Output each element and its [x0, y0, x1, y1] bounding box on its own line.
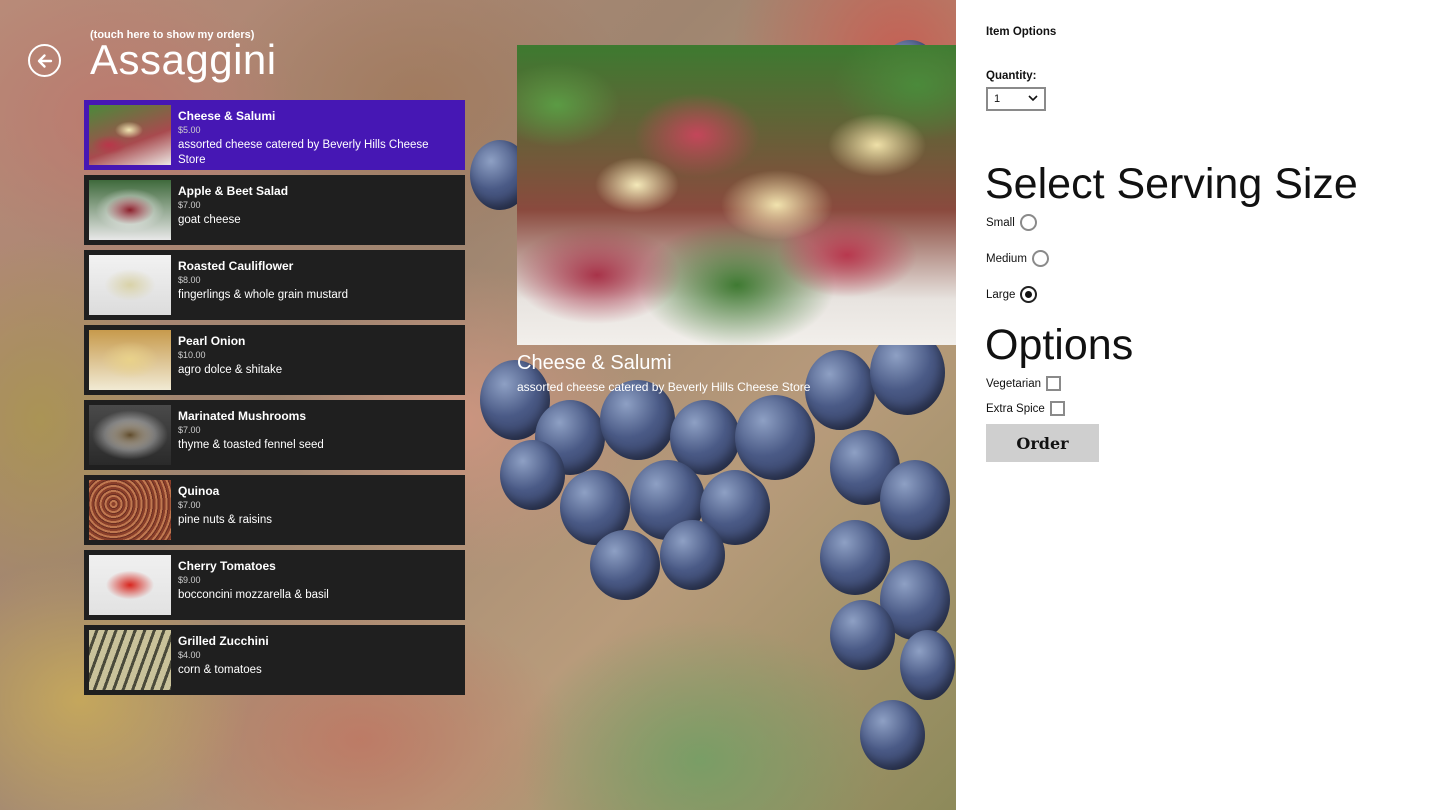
- radio-dot: [1025, 291, 1033, 298]
- item-name: Marinated Mushrooms: [178, 409, 307, 423]
- item-description: bocconcini mozzarella & basil: [178, 589, 329, 601]
- checkbox[interactable]: [1049, 401, 1065, 416]
- quantity-select[interactable]: 1: [986, 87, 1046, 111]
- menu-item-cherry-tomatoes[interactable]: Cherry Tomatoes $9.00 bocconcini mozzare…: [84, 550, 465, 620]
- item-description: pine nuts & raisins: [178, 514, 272, 526]
- item-price: $7.00: [178, 200, 201, 210]
- radio-button[interactable]: [1019, 214, 1037, 231]
- detail-photo: [517, 45, 956, 345]
- radio-label: Small: [986, 216, 1015, 229]
- checkbox[interactable]: [1046, 376, 1061, 391]
- order-button[interactable]: Order: [986, 424, 1099, 462]
- grape: [590, 530, 660, 600]
- item-thumbnail: [89, 255, 171, 315]
- item-description: fingerlings & whole grain mustard: [178, 289, 349, 301]
- item-price: $5.00: [178, 125, 201, 135]
- item-name: Pearl Onion: [178, 334, 246, 348]
- item-thumbnail: [89, 330, 171, 390]
- item-options-panel: Item Options Quantity: 1 Select Serving …: [956, 0, 1440, 810]
- serving-size-medium[interactable]: Medium: [986, 250, 1049, 267]
- detail-item-name: Cheese & Salumi: [517, 352, 672, 374]
- item-thumbnail: [89, 405, 171, 465]
- item-description: goat cheese: [178, 214, 241, 226]
- menu-list: Cheese & Salumi $5.00 assorted cheese ca…: [84, 100, 465, 700]
- grape: [880, 460, 950, 540]
- arrow-left-icon: [37, 53, 52, 68]
- serving-size-heading: Select Serving Size: [985, 160, 1358, 208]
- item-thumbnail: [89, 480, 171, 540]
- item-price: $9.00: [178, 575, 201, 585]
- menu-item-cheese-salumi[interactable]: Cheese & Salumi $5.00 assorted cheese ca…: [84, 100, 465, 170]
- grape: [900, 630, 955, 700]
- item-price: $10.00: [178, 350, 206, 360]
- item-description: thyme & toasted fennel seed: [178, 439, 324, 451]
- item-name: Grilled Zucchini: [178, 634, 269, 648]
- radio-button[interactable]: [1031, 250, 1049, 267]
- item-name: Cheese & Salumi: [178, 109, 276, 123]
- radio-label: Medium: [986, 252, 1027, 265]
- item-description: agro dolce & shitake: [178, 364, 283, 376]
- menu-item-quinoa[interactable]: Quinoa $7.00 pine nuts & raisins: [84, 475, 465, 545]
- item-price: $8.00: [178, 275, 201, 285]
- menu-item-apple-beet-salad[interactable]: Apple & Beet Salad $7.00 goat cheese: [84, 175, 465, 245]
- panel-title: Item Options: [986, 26, 1057, 38]
- grape: [735, 395, 815, 480]
- menu-item-grilled-zucchini[interactable]: Grilled Zucchini $4.00 corn & tomatoes: [84, 625, 465, 695]
- item-thumbnail: [89, 180, 171, 240]
- back-button[interactable]: [28, 44, 61, 77]
- option-vegetarian[interactable]: Vegetarian: [986, 376, 1061, 391]
- grape: [805, 350, 875, 430]
- grape: [500, 440, 565, 510]
- menu-item-roasted-cauliflower[interactable]: Roasted Cauliflower $8.00 fingerlings & …: [84, 250, 465, 320]
- grape: [820, 520, 890, 595]
- checkbox-label: Vegetarian: [986, 377, 1041, 390]
- item-thumbnail: [89, 630, 171, 690]
- item-name: Quinoa: [178, 484, 220, 498]
- radio-label: Large: [986, 288, 1016, 301]
- detail-item-description: assorted cheese catered by Beverly Hills…: [517, 380, 811, 394]
- checkbox-label: Extra Spice: [986, 402, 1045, 415]
- quantity-value: 1: [994, 93, 1001, 105]
- item-description: assorted cheese catered by Beverly Hills…: [178, 139, 429, 166]
- item-price: $4.00: [178, 650, 201, 660]
- item-description: corn & tomatoes: [178, 664, 262, 676]
- radio-button-checked[interactable]: [1020, 286, 1038, 303]
- item-name: Cherry Tomatoes: [178, 559, 276, 573]
- serving-size-large[interactable]: Large: [986, 286, 1038, 303]
- item-thumbnail: [89, 105, 171, 165]
- quantity-label: Quantity:: [986, 70, 1037, 82]
- item-name: Roasted Cauliflower: [178, 259, 294, 273]
- options-heading: Options: [985, 321, 1134, 369]
- grape: [830, 600, 895, 670]
- item-price: $7.00: [178, 425, 201, 435]
- grape: [660, 520, 725, 590]
- menu-item-marinated-mushrooms[interactable]: Marinated Mushrooms $7.00 thyme & toaste…: [84, 400, 465, 470]
- serving-size-small[interactable]: Small: [986, 214, 1037, 231]
- chevron-down-icon: [1028, 95, 1038, 102]
- item-name: Apple & Beet Salad: [178, 184, 289, 198]
- option-extra-spice[interactable]: Extra Spice: [986, 401, 1065, 416]
- item-thumbnail: [89, 555, 171, 615]
- page-title: Assaggini: [90, 36, 277, 83]
- grape: [860, 700, 925, 770]
- item-price: $7.00: [178, 500, 201, 510]
- menu-item-pearl-onion[interactable]: Pearl Onion $10.00 agro dolce & shitake: [84, 325, 465, 395]
